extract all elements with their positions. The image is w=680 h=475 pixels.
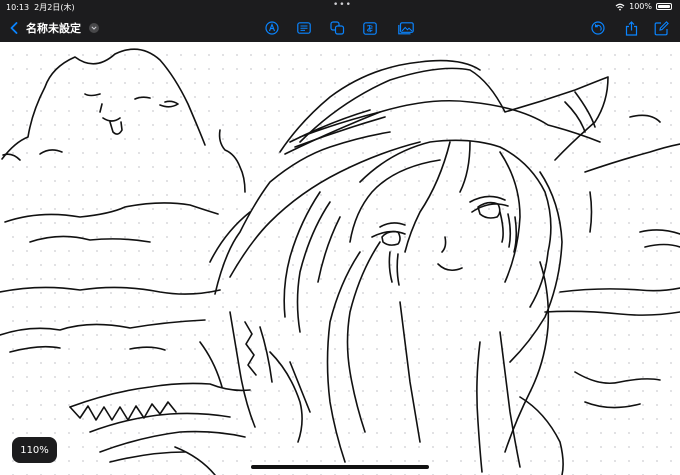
text-box-icon bbox=[297, 22, 311, 34]
status-date: 2月2日(木) bbox=[34, 3, 75, 12]
wifi-icon bbox=[615, 3, 625, 10]
status-right: 100% bbox=[615, 2, 672, 11]
status-time: 10:13 bbox=[6, 3, 30, 12]
media-icon bbox=[398, 21, 414, 34]
undo-icon bbox=[591, 21, 605, 35]
markup-pen-button[interactable] bbox=[261, 14, 283, 42]
freehand-sketch bbox=[0, 48, 680, 475]
status-bar: 10:13 2月2日(木) ••• 100% bbox=[0, 0, 680, 14]
back-chevron-icon[interactable] bbox=[10, 22, 18, 34]
home-indicator[interactable] bbox=[251, 465, 429, 469]
battery-icon bbox=[656, 3, 672, 10]
compose-icon bbox=[654, 20, 669, 35]
title-group: 名称未設定 bbox=[10, 14, 99, 42]
shapes-icon bbox=[329, 21, 344, 35]
drawing-canvas[interactable]: 110% bbox=[0, 42, 680, 475]
multitask-dots[interactable]: ••• bbox=[333, 0, 352, 10]
undo-button[interactable] bbox=[587, 14, 609, 42]
battery-percent: 100% bbox=[629, 2, 652, 11]
zoom-level-badge[interactable]: 110% bbox=[12, 437, 57, 463]
compose-button[interactable] bbox=[650, 14, 672, 42]
markup-pen-icon bbox=[265, 21, 279, 35]
document-title[interactable]: 名称未設定 bbox=[26, 20, 81, 36]
media-button[interactable] bbox=[395, 14, 417, 42]
share-button[interactable] bbox=[620, 14, 642, 42]
toolbar: 名称未設定 bbox=[0, 14, 680, 42]
title-menu-chevron-icon[interactable] bbox=[89, 23, 99, 33]
text-insert-button[interactable] bbox=[359, 14, 381, 42]
text-insert-icon bbox=[363, 21, 377, 35]
status-time-date: 10:13 2月2日(木) bbox=[6, 2, 75, 13]
share-icon bbox=[625, 20, 637, 36]
text-box-button[interactable] bbox=[293, 14, 315, 42]
shapes-button[interactable] bbox=[326, 14, 348, 42]
